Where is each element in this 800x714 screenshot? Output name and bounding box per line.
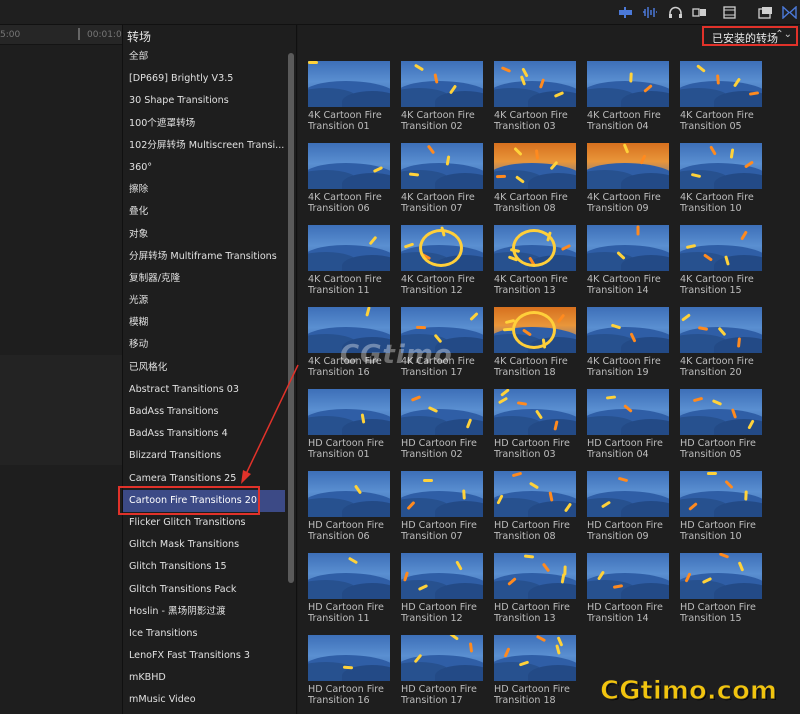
annotation-arrow-icon xyxy=(241,364,299,484)
watermark-text: CGtimo.com xyxy=(600,676,778,707)
